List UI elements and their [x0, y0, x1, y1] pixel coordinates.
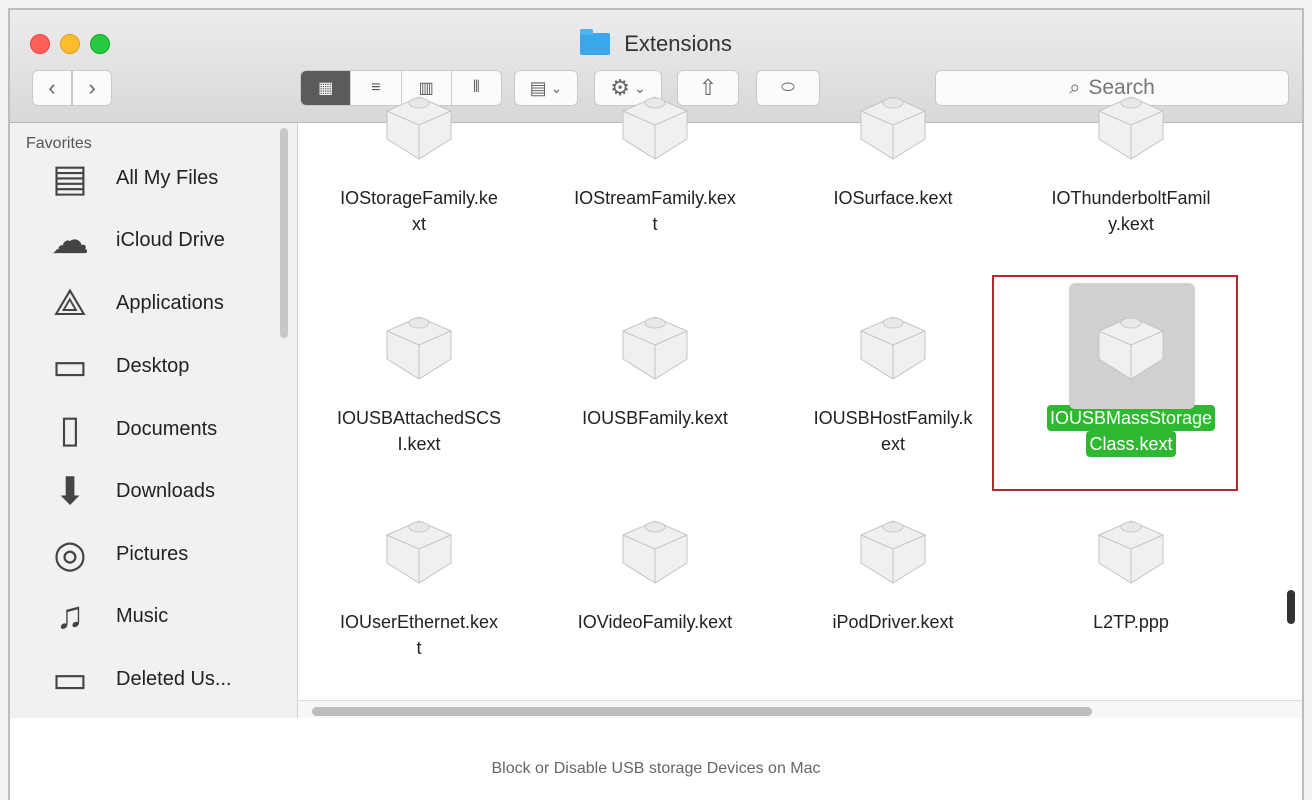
file-name: L2TP.ppp: [1093, 612, 1169, 632]
sidebar-heading: Favorites: [26, 135, 92, 152]
downloads-icon: ⬇: [54, 470, 86, 513]
file-item-iousbattachedscsi[interactable]: IOUSBAttachedSCS I.kext: [316, 301, 522, 457]
arrange-icon: ▤: [529, 77, 547, 98]
desktop-icon: ▭: [52, 345, 88, 388]
sidebar-item-label: Music: [116, 604, 169, 627]
sidebar-item-deleted-users[interactable]: ▭ Deleted Us...: [44, 654, 232, 704]
sidebar: Favorites ▤ All My Files ☁ iCloud Drive …: [10, 123, 298, 718]
highlight-annotation: [992, 275, 1238, 491]
sidebar-item-label: All My Files: [116, 166, 219, 189]
sidebar-item-downloads[interactable]: ⬇ Downloads: [44, 466, 215, 516]
kext-icon: [851, 301, 935, 389]
kext-icon: [377, 81, 461, 169]
file-name-continued: xt: [411, 214, 426, 234]
file-item-iosurface[interactable]: IOSurface.kext: [790, 81, 996, 237]
file-name: IOVideoFamily.kext: [577, 612, 733, 632]
sidebar-item-label: Downloads: [116, 479, 215, 502]
file-name-continued: I.kext: [397, 434, 441, 454]
camera-icon: ◎: [53, 533, 87, 576]
file-item-iostreamfamily[interactable]: IOStreamFamily.kex t: [552, 81, 758, 237]
file-name-continued: t: [416, 638, 422, 658]
kext-icon: [851, 505, 935, 593]
file-name-continued: ext: [880, 434, 905, 454]
sidebar-item-desktop[interactable]: ▭ Desktop: [44, 341, 189, 391]
file-item-iouserethernet[interactable]: IOUserEthernet.kex t: [316, 505, 522, 661]
window-title-text: Extensions: [624, 31, 732, 56]
sidebar-scrollbar[interactable]: [280, 128, 288, 338]
file-name: IOUSBFamily.kext: [582, 408, 728, 428]
folder-icon: [580, 29, 611, 55]
forward-button[interactable]: ›: [72, 70, 112, 106]
horizontal-scrollbar[interactable]: [298, 700, 1302, 718]
horizontal-scrollbar-thumb[interactable]: [312, 707, 1092, 716]
kext-icon: [613, 301, 697, 389]
chevron-left-icon: ‹: [48, 75, 56, 100]
file-item-iousbfamily[interactable]: IOUSBFamily.kext: [552, 301, 758, 457]
folder-icon: ▭: [52, 658, 88, 701]
file-name: IOSurface.kext: [833, 188, 953, 208]
chevron-right-icon: ›: [88, 75, 96, 100]
file-item-ipoddriver[interactable]: iPodDriver.kext: [790, 505, 996, 661]
kext-icon: [1089, 81, 1173, 169]
file-name: iPodDriver.kext: [832, 612, 954, 632]
music-icon: ♫: [55, 594, 85, 637]
file-item-iousbhostfamily[interactable]: IOUSBHostFamily.k ext: [790, 301, 996, 457]
vertical-scrollbar-thumb[interactable]: [1287, 590, 1295, 624]
sidebar-item-icloud-drive[interactable]: ☁ iCloud Drive: [44, 215, 225, 265]
window-title: Extensions: [10, 29, 1302, 57]
kext-icon: [613, 81, 697, 169]
file-name-continued: y.kext: [1108, 214, 1154, 234]
sidebar-item-applications[interactable]: ⟁ Applications: [44, 278, 224, 328]
sidebar-item-label: Deleted Us...: [116, 667, 232, 690]
file-name: IOUSBAttachedSCS: [336, 408, 502, 428]
kext-icon: [1089, 505, 1173, 593]
caption: Block or Disable USB storage Devices on …: [491, 760, 821, 777]
sidebar-item-label: iCloud Drive: [116, 228, 225, 251]
sidebar-item-music[interactable]: ♫ Music: [44, 591, 168, 641]
file-name: IOStreamFamily.kex: [574, 188, 736, 208]
sidebar-item-documents[interactable]: ▯ Documents: [44, 404, 218, 454]
back-button[interactable]: ‹: [32, 70, 72, 106]
kext-icon: [613, 505, 697, 593]
kext-icon: [377, 505, 461, 593]
file-item-iostoragefamily[interactable]: IOStorageFamily.ke xt: [316, 81, 522, 237]
file-name: IOThunderboltFamil: [1051, 188, 1211, 208]
file-item-l2tp[interactable]: L2TP.ppp: [1028, 505, 1234, 661]
sidebar-item-label: Pictures: [116, 542, 189, 565]
all-files-icon: ▤: [52, 157, 88, 200]
file-name: IOStorageFamily.ke: [340, 188, 498, 208]
kext-icon: [377, 301, 461, 389]
applications-icon: ⟁: [53, 281, 87, 324]
documents-icon: ▯: [59, 408, 81, 451]
file-name: IOUserEthernet.kex: [339, 612, 499, 632]
sidebar-item-label: Applications: [116, 291, 224, 314]
file-item-iothunderboltfamily[interactable]: IOThunderboltFamil y.kext: [1028, 81, 1234, 237]
sidebar-item-label: Documents: [116, 417, 218, 440]
file-name-continued: t: [652, 214, 658, 234]
finder-window: Extensions ‹ › ▦ ≡ ▥ ⫴ ▤ ⌄ ⚙ ⌄ ⇧ ⬭ ⌕ Sea…: [10, 10, 1302, 718]
sidebar-item-pictures[interactable]: ◎ Pictures: [44, 529, 188, 579]
file-name: IOUSBHostFamily.k: [813, 408, 973, 428]
cloud-icon: ☁: [51, 219, 89, 262]
file-item-iovideofamily[interactable]: IOVideoFamily.kext: [552, 505, 758, 661]
kext-icon: [851, 81, 935, 169]
sidebar-item-label: Desktop: [116, 354, 190, 377]
sidebar-item-all-my-files[interactable]: ▤ All My Files: [44, 153, 218, 203]
